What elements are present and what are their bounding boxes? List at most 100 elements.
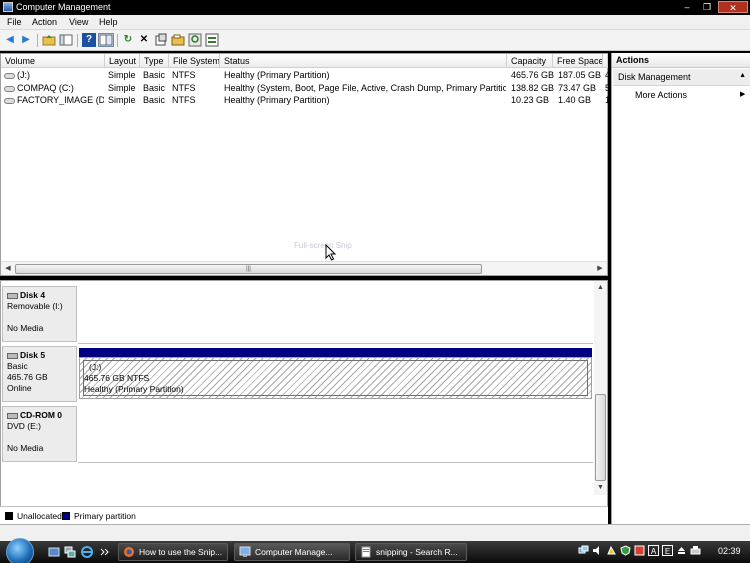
column-header-type[interactable]: Type (140, 54, 169, 68)
caps-icon[interactable]: E (662, 545, 673, 556)
help-icon[interactable]: ? (82, 33, 96, 47)
volume-icon (4, 72, 15, 79)
up-folder-icon[interactable] (42, 33, 56, 47)
maximize-button[interactable]: ❐ (698, 1, 716, 13)
collapse-icon[interactable]: ▲ (739, 72, 746, 79)
disk4-area (78, 284, 593, 344)
partition-status: Healthy (Primary Partition) (84, 384, 184, 394)
search-icon[interactable] (188, 33, 202, 47)
table-row-volume[interactable]: (J:) (4, 70, 104, 80)
submenu-arrow-icon: ▶ (740, 91, 746, 98)
language-icon[interactable] (634, 545, 645, 556)
table-cell-type: Basic (143, 83, 166, 93)
column-header-layout[interactable]: Layout (105, 54, 140, 68)
table-cell-type: Basic (143, 70, 166, 80)
properties-view-icon[interactable] (98, 33, 114, 47)
vertical-scrollbar-thumb[interactable] (595, 394, 606, 481)
partition-label: (J:) (89, 362, 102, 372)
forward-icon[interactable]: ▶ (19, 33, 33, 47)
table-cell-free: 187.05 GB (558, 70, 602, 80)
scroll-up-icon[interactable]: ▲ (594, 282, 607, 294)
disk-label-disk5[interactable]: Disk 5 Basic 465.76 GB Online (2, 346, 77, 402)
show-desktop-icon[interactable] (48, 546, 60, 558)
open-icon[interactable] (154, 33, 168, 47)
toolbar-separator (77, 34, 78, 47)
computer-management-icon (239, 546, 251, 557)
network-icon[interactable] (578, 545, 589, 556)
vertical-scrollbar[interactable]: ▲ ▼ (594, 281, 607, 495)
printer-icon[interactable] (690, 545, 701, 556)
cdrom0-area (78, 403, 593, 463)
removable-disk-icon (7, 292, 18, 299)
mouse-cursor-icon (325, 244, 337, 261)
table-cell-status: Healthy (System, Boot, Page File, Active… (224, 83, 506, 93)
table-row-volume[interactable]: FACTORY_IMAGE (D:) (4, 95, 104, 105)
export-icon[interactable] (171, 33, 185, 47)
disk-label-disk4[interactable]: Disk 4 Removable (I:) No Media (2, 286, 77, 342)
table-cell-fs: NTFS (172, 83, 196, 93)
volume-icon[interactable] (592, 545, 603, 556)
actions-pane: Actions Disk Management ▲ More Actions ▶ (611, 53, 750, 524)
column-header-capacity[interactable]: Capacity (507, 54, 553, 68)
table-cell-pct: 4 (605, 70, 609, 80)
chevron-icon[interactable] (98, 546, 110, 558)
table-cell-fs: NTFS (172, 70, 196, 80)
table-cell-capacity: 465.76 GB (511, 70, 555, 80)
keyboard-icon[interactable]: A (648, 545, 659, 556)
scroll-down-icon[interactable]: ▼ (594, 482, 607, 494)
menu-help[interactable]: Help (99, 17, 118, 27)
delete-icon[interactable]: ✕ (137, 33, 151, 47)
column-header-file-system[interactable]: File System (169, 54, 220, 68)
unallocated-swatch (5, 512, 13, 520)
legend: Unallocated Primary partition (0, 506, 608, 524)
primary-swatch (62, 512, 70, 520)
status-bar (0, 524, 750, 541)
firefox-icon (124, 547, 134, 557)
horizontal-scrollbar[interactable]: ◀ ||| ▶ (1, 261, 607, 275)
eject-icon[interactable] (676, 545, 687, 556)
window-title: Computer Management (16, 2, 111, 12)
table-cell-capacity: 138.82 GB (511, 83, 555, 93)
menu-action[interactable]: Action (32, 17, 57, 27)
task-firefox[interactable]: How to use the Snip... (118, 543, 228, 561)
table-cell-fs: NTFS (172, 95, 196, 105)
actions-section-disk-management[interactable]: Disk Management ▲ (613, 69, 750, 86)
refresh-icon[interactable]: ↻ (121, 33, 135, 47)
table-cell-layout: Simple (108, 70, 136, 80)
console-tree-icon[interactable] (59, 33, 73, 47)
task-search[interactable]: snipping - Search R... (355, 543, 467, 561)
menu-bar: File Action View Help (0, 15, 750, 30)
table-cell-capacity: 10.23 GB (511, 95, 550, 105)
task-computer-management[interactable]: Computer Manage... (234, 543, 350, 561)
update-icon[interactable] (606, 545, 617, 556)
scrollbar-thumb[interactable]: ||| (15, 264, 482, 274)
table-cell-layout: Simple (108, 95, 136, 105)
partition-j[interactable]: (J:) 465.76 GB NTFS Healthy (Primary Par… (79, 357, 592, 399)
more-actions-item[interactable]: More Actions (635, 90, 687, 100)
minimize-button[interactable]: – (678, 1, 696, 13)
scroll-left-icon[interactable]: ◀ (2, 263, 14, 275)
column-header-free-space[interactable]: Free Space (553, 54, 603, 68)
column-header-percent[interactable]: % (603, 54, 608, 68)
properties-icon[interactable] (205, 33, 219, 47)
disk-label-cdrom0[interactable]: CD-ROM 0 DVD (E:) No Media (2, 406, 77, 462)
back-icon[interactable]: ◀ (3, 33, 17, 47)
actions-header: Actions (612, 53, 750, 68)
volume-icon (4, 85, 15, 92)
table-row-volume[interactable]: COMPAQ (C:) (4, 83, 104, 93)
legend-primary: Primary partition (74, 511, 136, 521)
column-header-status[interactable]: Status (220, 54, 507, 68)
table-cell-free: 73.47 GB (558, 83, 597, 93)
clock[interactable]: 02:39 (718, 546, 741, 556)
switch-windows-icon[interactable] (64, 546, 76, 558)
internet-explorer-icon[interactable] (81, 546, 93, 558)
cdrom-icon (7, 412, 18, 419)
start-button[interactable] (6, 538, 34, 563)
close-button[interactable]: ✕ (718, 1, 748, 13)
menu-file[interactable]: File (7, 17, 22, 27)
scroll-right-icon[interactable]: ▶ (594, 263, 606, 275)
column-header-volume[interactable]: Volume (1, 54, 105, 68)
snip-overlay-text: Full-screen Snip (294, 241, 352, 250)
menu-view[interactable]: View (69, 17, 88, 27)
security-icon[interactable] (620, 545, 631, 556)
